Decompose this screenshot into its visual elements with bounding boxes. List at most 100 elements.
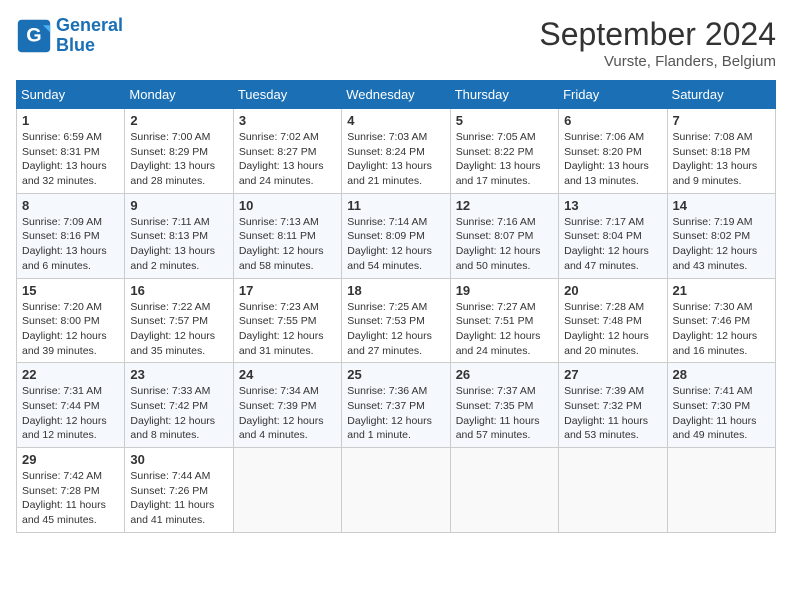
calendar-cell: 30 Sunrise: 7:44 AM Sunset: 7:26 PM Dayli… <box>125 448 233 533</box>
calendar-week-row: 29 Sunrise: 7:42 AM Sunset: 7:28 PM Dayli… <box>17 448 776 533</box>
day-info: Sunrise: 7:14 AM Sunset: 8:09 PM Dayligh… <box>347 215 444 274</box>
day-info: Sunrise: 7:44 AM Sunset: 7:26 PM Dayligh… <box>130 469 227 528</box>
day-number: 24 <box>239 367 336 382</box>
calendar-week-row: 22 Sunrise: 7:31 AM Sunset: 7:44 PM Dayli… <box>17 363 776 448</box>
day-number: 12 <box>456 198 553 213</box>
calendar-cell: 3Sunrise: 7:02 AM Sunset: 8:27 PM Daylig… <box>233 109 341 194</box>
day-number: 4 <box>347 113 444 128</box>
calendar-cell: 13 Sunrise: 7:17 AM Sunset: 8:04 PM Dayli… <box>559 193 667 278</box>
day-number: 7 <box>673 113 770 128</box>
calendar-cell: 29 Sunrise: 7:42 AM Sunset: 7:28 PM Dayli… <box>17 448 125 533</box>
calendar-cell: 20Sunrise: 7:28 AM Sunset: 7:48 PM Dayli… <box>559 278 667 363</box>
day-number: 28 <box>673 367 770 382</box>
day-info: Sunrise: 7:19 AM Sunset: 8:02 PM Dayligh… <box>673 215 770 274</box>
calendar-cell: 9Sunrise: 7:11 AM Sunset: 8:13 PM Daylig… <box>125 193 233 278</box>
day-info: Sunrise: 7:08 AM Sunset: 8:18 PM Dayligh… <box>673 130 770 189</box>
weekday-header: Friday <box>559 81 667 109</box>
day-info: Sunrise: 7:03 AM Sunset: 8:24 PM Dayligh… <box>347 130 444 189</box>
logo: G General Blue <box>16 16 123 56</box>
calendar-cell: 27 Sunrise: 7:39 AM Sunset: 7:32 PM Dayli… <box>559 363 667 448</box>
day-number: 10 <box>239 198 336 213</box>
day-number: 2 <box>130 113 227 128</box>
day-number: 30 <box>130 452 227 467</box>
calendar-cell: 8 Sunrise: 7:09 AM Sunset: 8:16 PM Daylig… <box>17 193 125 278</box>
calendar-cell: 15 Sunrise: 7:20 AM Sunset: 8:00 PM Dayli… <box>17 278 125 363</box>
day-info: Sunrise: 7:22 AM Sunset: 7:57 PM Dayligh… <box>130 300 227 359</box>
day-info: Sunrise: 7:09 AM Sunset: 8:16 PM Dayligh… <box>22 215 119 274</box>
weekday-header: Thursday <box>450 81 558 109</box>
day-number: 26 <box>456 367 553 382</box>
day-number: 23 <box>130 367 227 382</box>
calendar-cell <box>342 448 450 533</box>
calendar-cell: 12 Sunrise: 7:16 AM Sunset: 8:07 PM Dayli… <box>450 193 558 278</box>
calendar-week-row: 8 Sunrise: 7:09 AM Sunset: 8:16 PM Daylig… <box>17 193 776 278</box>
day-number: 1 <box>22 113 119 128</box>
calendar-cell: 1 Sunrise: 6:59 AM Sunset: 8:31 PM Daylig… <box>17 109 125 194</box>
day-number: 18 <box>347 283 444 298</box>
day-number: 17 <box>239 283 336 298</box>
calendar-cell: 16 Sunrise: 7:22 AM Sunset: 7:57 PM Dayli… <box>125 278 233 363</box>
weekday-header: Monday <box>125 81 233 109</box>
day-info: Sunrise: 7:27 AM Sunset: 7:51 PM Dayligh… <box>456 300 553 359</box>
calendar-cell <box>667 448 775 533</box>
day-number: 19 <box>456 283 553 298</box>
day-number: 15 <box>22 283 119 298</box>
day-info: Sunrise: 7:11 AM Sunset: 8:13 PM Dayligh… <box>130 215 227 274</box>
page-header: G General Blue September 2024 Vurste, Fl… <box>16 16 776 70</box>
day-info: Sunrise: 7:36 AM Sunset: 7:37 PM Dayligh… <box>347 384 444 443</box>
calendar-cell: 28 Sunrise: 7:41 AM Sunset: 7:30 PM Dayli… <box>667 363 775 448</box>
calendar-cell: 6 Sunrise: 7:06 AM Sunset: 8:20 PM Daylig… <box>559 109 667 194</box>
day-info: Sunrise: 6:59 AM Sunset: 8:31 PM Dayligh… <box>22 130 119 189</box>
calendar-cell: 22 Sunrise: 7:31 AM Sunset: 7:44 PM Dayli… <box>17 363 125 448</box>
calendar-cell: 4 Sunrise: 7:03 AM Sunset: 8:24 PM Daylig… <box>342 109 450 194</box>
weekday-header: Tuesday <box>233 81 341 109</box>
logo-icon: G <box>16 18 52 54</box>
calendar-week-row: 1 Sunrise: 6:59 AM Sunset: 8:31 PM Daylig… <box>17 109 776 194</box>
calendar-cell: 5Sunrise: 7:05 AM Sunset: 8:22 PM Daylig… <box>450 109 558 194</box>
day-number: 8 <box>22 198 119 213</box>
day-number: 27 <box>564 367 661 382</box>
day-info: Sunrise: 7:37 AM Sunset: 7:35 PM Dayligh… <box>456 384 553 443</box>
day-info: Sunrise: 7:31 AM Sunset: 7:44 PM Dayligh… <box>22 384 119 443</box>
calendar-week-row: 15 Sunrise: 7:20 AM Sunset: 8:00 PM Dayli… <box>17 278 776 363</box>
day-number: 11 <box>347 198 444 213</box>
day-number: 6 <box>564 113 661 128</box>
day-info: Sunrise: 7:39 AM Sunset: 7:32 PM Dayligh… <box>564 384 661 443</box>
day-info: Sunrise: 7:02 AM Sunset: 8:27 PM Dayligh… <box>239 130 336 189</box>
day-number: 22 <box>22 367 119 382</box>
logo-text2: Blue <box>56 36 123 56</box>
weekday-header: Sunday <box>17 81 125 109</box>
calendar-table: SundayMondayTuesdayWednesdayThursdayFrid… <box>16 80 776 533</box>
day-number: 20 <box>564 283 661 298</box>
day-number: 21 <box>673 283 770 298</box>
day-info: Sunrise: 7:05 AM Sunset: 8:22 PM Dayligh… <box>456 130 553 189</box>
calendar-cell: 23Sunrise: 7:33 AM Sunset: 7:42 PM Dayli… <box>125 363 233 448</box>
day-number: 29 <box>22 452 119 467</box>
title-block: September 2024 Vurste, Flanders, Belgium <box>539 16 776 70</box>
day-number: 25 <box>347 367 444 382</box>
calendar-cell: 14Sunrise: 7:19 AM Sunset: 8:02 PM Dayli… <box>667 193 775 278</box>
day-info: Sunrise: 7:16 AM Sunset: 8:07 PM Dayligh… <box>456 215 553 274</box>
calendar-cell: 11 Sunrise: 7:14 AM Sunset: 8:09 PM Dayli… <box>342 193 450 278</box>
calendar-cell: 21 Sunrise: 7:30 AM Sunset: 7:46 PM Dayli… <box>667 278 775 363</box>
day-info: Sunrise: 7:30 AM Sunset: 7:46 PM Dayligh… <box>673 300 770 359</box>
day-info: Sunrise: 7:23 AM Sunset: 7:55 PM Dayligh… <box>239 300 336 359</box>
day-info: Sunrise: 7:17 AM Sunset: 8:04 PM Dayligh… <box>564 215 661 274</box>
calendar-cell: 10Sunrise: 7:13 AM Sunset: 8:11 PM Dayli… <box>233 193 341 278</box>
svg-text:G: G <box>26 24 41 46</box>
weekday-header-row: SundayMondayTuesdayWednesdayThursdayFrid… <box>17 81 776 109</box>
day-number: 13 <box>564 198 661 213</box>
weekday-header: Wednesday <box>342 81 450 109</box>
day-info: Sunrise: 7:06 AM Sunset: 8:20 PM Dayligh… <box>564 130 661 189</box>
logo-text: General <box>56 16 123 36</box>
day-info: Sunrise: 7:34 AM Sunset: 7:39 PM Dayligh… <box>239 384 336 443</box>
day-info: Sunrise: 7:42 AM Sunset: 7:28 PM Dayligh… <box>22 469 119 528</box>
day-number: 16 <box>130 283 227 298</box>
month-title: September 2024 <box>539 16 776 53</box>
day-info: Sunrise: 7:41 AM Sunset: 7:30 PM Dayligh… <box>673 384 770 443</box>
calendar-cell: 17 Sunrise: 7:23 AM Sunset: 7:55 PM Dayli… <box>233 278 341 363</box>
day-info: Sunrise: 7:20 AM Sunset: 8:00 PM Dayligh… <box>22 300 119 359</box>
calendar-cell: 25 Sunrise: 7:36 AM Sunset: 7:37 PM Dayli… <box>342 363 450 448</box>
calendar-cell: 18Sunrise: 7:25 AM Sunset: 7:53 PM Dayli… <box>342 278 450 363</box>
calendar-cell: 2Sunrise: 7:00 AM Sunset: 8:29 PM Daylig… <box>125 109 233 194</box>
